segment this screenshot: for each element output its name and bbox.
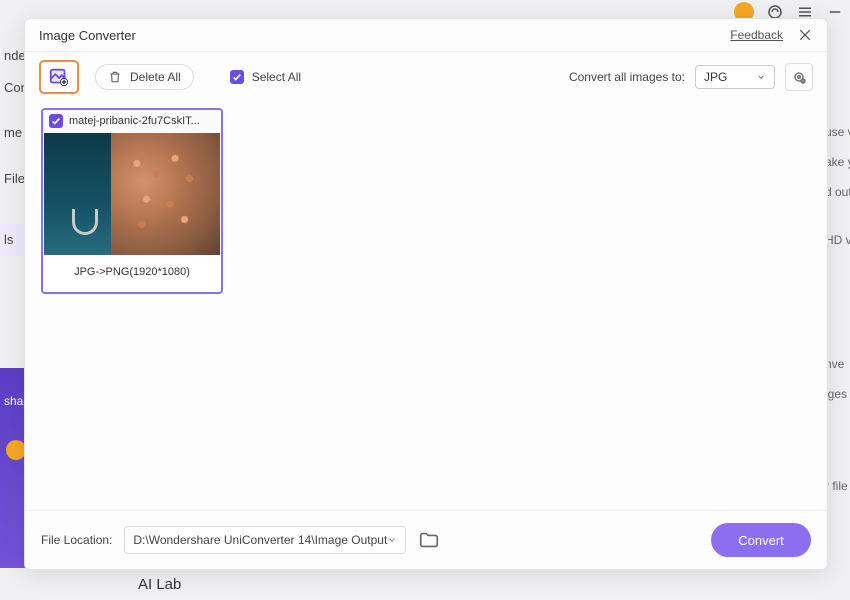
checkbox-checked-icon [230,70,244,84]
image-card[interactable]: matej-pribanic-2fu7CskIT... JPG->PNG(192… [41,108,223,294]
format-select[interactable]: JPG [695,65,775,89]
modal-header: Image Converter Feedback [25,19,827,52]
toolbar: Delete All Select All Convert all images… [25,52,827,102]
bg-sidebar: nde Con me File ls [0,40,26,256]
delete-all-label: Delete All [130,70,181,84]
image-thumbnail [44,133,220,255]
chevron-down-icon [387,535,397,545]
delete-all-button[interactable]: Delete All [95,64,194,90]
format-value: JPG [704,70,727,84]
image-checkbox[interactable] [49,114,63,128]
select-all-checkbox[interactable]: Select All [230,70,301,84]
chevron-down-icon [756,72,766,82]
gear-icon [791,69,807,85]
file-location-path: D:\Wondershare UniConverter 14\Image Out… [133,533,387,547]
add-image-button[interactable] [39,60,79,94]
minimize-icon[interactable] [826,3,844,21]
close-icon[interactable] [797,27,813,43]
open-folder-button[interactable] [418,529,440,551]
image-converter-modal: Image Converter Feedback Delete All [24,18,828,570]
bg-right-text: use v ake y d out HD v nve iges r file [825,125,850,509]
convert-to-group: Convert all images to: JPG [569,63,813,91]
trash-icon [108,70,122,84]
folder-icon [418,529,440,551]
select-all-label: Select All [252,70,301,84]
image-filename: matej-pribanic-2fu7CskIT... [69,115,215,127]
ai-lab-label: AI Lab [138,576,181,593]
convert-button[interactable]: Convert [711,523,811,557]
file-location-label: File Location: [41,533,112,547]
feedback-link[interactable]: Feedback [730,28,783,42]
output-settings-button[interactable] [785,63,813,91]
file-location-select[interactable]: D:\Wondershare UniConverter 14\Image Out… [124,526,406,554]
thumbnail-grid: matej-pribanic-2fu7CskIT... JPG->PNG(192… [25,102,827,510]
image-conversion-info: JPG->PNG(1920*1080) [43,256,221,292]
modal-title: Image Converter [39,28,136,43]
convert-to-label: Convert all images to: [569,70,685,84]
modal-footer: File Location: D:\Wondershare UniConvert… [25,510,827,569]
